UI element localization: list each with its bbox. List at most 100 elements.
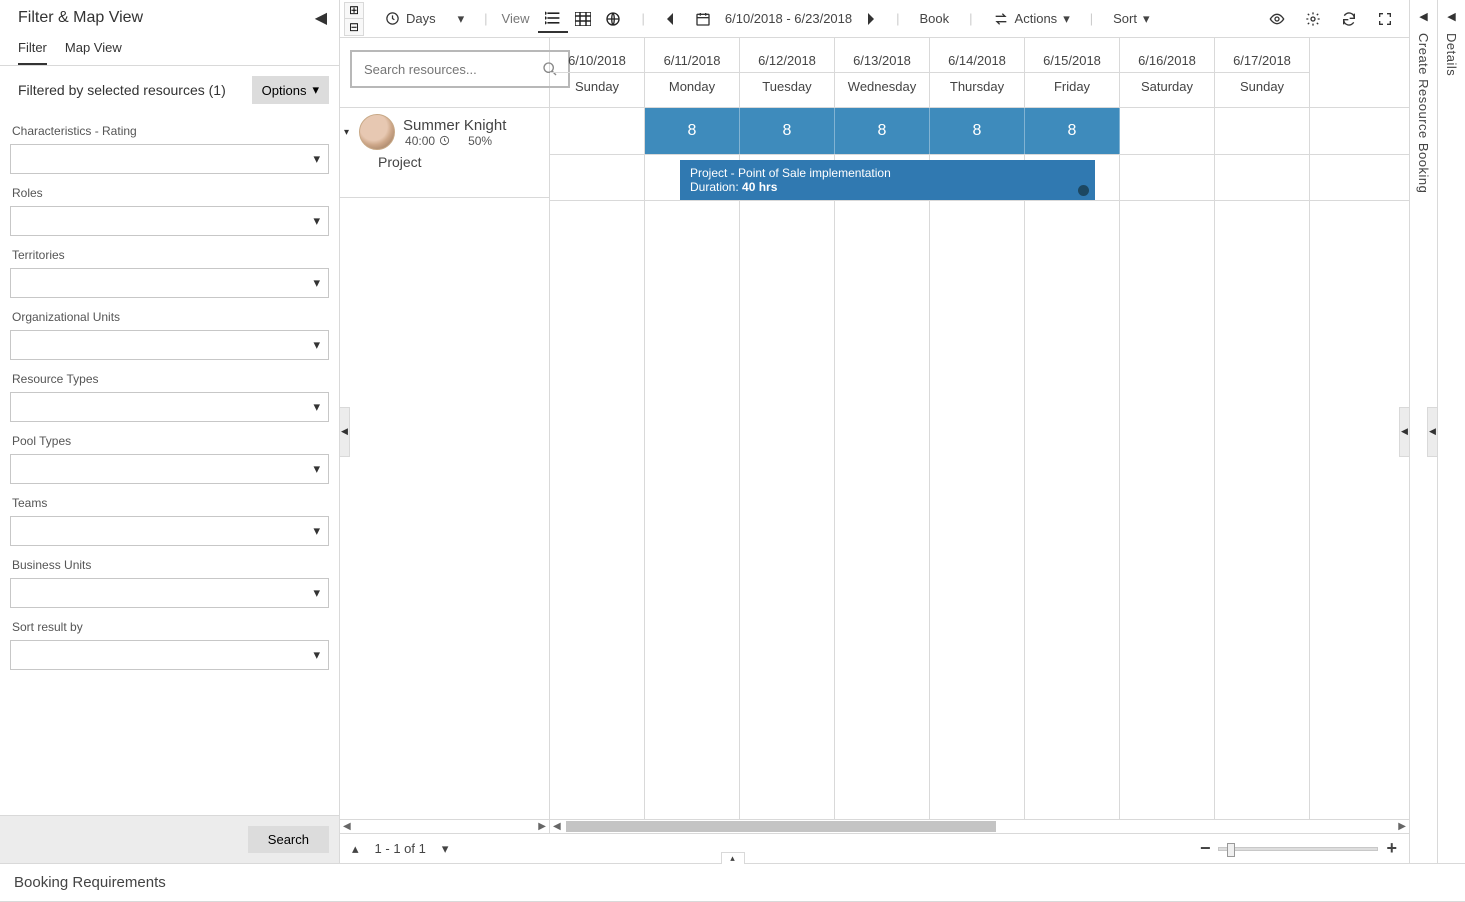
scrollbar-thumb[interactable] [566,821,996,832]
grid-view-button[interactable] [568,5,598,33]
book-button[interactable]: Book [914,7,956,30]
filter-group: Teams ▾ [10,496,329,546]
resize-handle-icon[interactable] [1078,185,1089,196]
options-button[interactable]: Options ▾ [252,76,329,104]
scroll-left-icon[interactable]: ◀ [553,821,561,832]
search-button[interactable]: Search [248,826,329,853]
day-date: 6/12/2018 [740,45,834,72]
filter-body[interactable]: Characteristics - Rating ▾ Roles ▾ Terri… [0,114,339,815]
day-column[interactable]: 6/16/2018 Saturday [1120,38,1215,107]
sidebar-footer: Search [0,815,339,863]
calendar-icon [695,11,711,27]
collapse-right-icon[interactable]: ◀ [1447,10,1455,23]
tab-map-view[interactable]: Map View [65,40,122,65]
day-column[interactable]: 6/13/2018 Wednesday [835,38,930,107]
time-scale-dropdown[interactable]: Days ▾ [378,7,470,31]
filter-select[interactable]: ▾ [10,578,329,608]
actions-dropdown[interactable]: Actions ▾ [987,7,1076,31]
booking-requirements-panel[interactable]: ▴ Booking Requirements [0,863,1465,901]
scroll-left-icon[interactable]: ◀ [343,821,351,832]
details-rail: ◀ Details ◀ [1437,0,1465,863]
calendar-button[interactable] [689,7,717,31]
list-view-button[interactable] [538,5,568,33]
day-name: Sunday [550,72,644,100]
filter-select[interactable]: ▾ [10,454,329,484]
next-range-button[interactable] [860,9,882,29]
scroll-right-icon[interactable]: ▶ [538,821,546,832]
day-column[interactable]: 6/10/2018 Sunday [550,38,645,107]
day-date: 6/17/2018 [1215,45,1309,72]
expand-row-icon[interactable]: ▾ [344,127,349,138]
grid-hscrollbar[interactable]: ◀ ▶ [550,819,1409,833]
sort-dropdown[interactable]: Sort ▾ [1107,7,1155,31]
pager-up-icon[interactable]: ▴ [352,841,359,857]
zoom-control: − + [1200,838,1397,859]
filter-select[interactable]: ▾ [10,392,329,422]
zoom-thumb[interactable] [1227,843,1235,857]
prev-range-button[interactable] [659,9,681,29]
visibility-button[interactable] [1263,7,1291,31]
day-column[interactable]: 6/12/2018 Tuesday [740,38,835,107]
clock-icon [384,11,400,27]
map-view-button[interactable] [598,5,628,33]
day-date: 6/14/2018 [930,45,1024,72]
allocation-cell[interactable]: 8 [1025,108,1120,154]
collapse-left-icon[interactable]: ◀ [315,8,327,28]
filter-select[interactable]: ▾ [10,330,329,360]
filter-label: Roles [10,186,329,200]
filter-select[interactable]: ▾ [10,206,329,236]
create-booking-label[interactable]: Create Resource Booking [1416,33,1431,193]
collapse-handle-right[interactable]: ◀ [1399,407,1410,457]
tab-filter[interactable]: Filter [18,40,47,65]
zoom-in-button[interactable]: + [1386,838,1397,859]
allocation-bar[interactable]: 88888 [645,108,1120,154]
pager-down-icon[interactable]: ▾ [442,841,449,857]
day-date: 6/13/2018 [835,45,929,72]
schedule-toolbar: ⊞ ⊟ Days ▾ | View [340,0,1409,38]
resource-row[interactable]: ▾ Summer Knight 40:00 [340,108,549,198]
day-column[interactable]: 6/11/2018 Monday [645,38,740,107]
resource-search-box[interactable] [350,50,570,88]
chevron-down-icon: ▾ [313,213,320,229]
allocation-cell[interactable]: 8 [930,108,1025,154]
details-label[interactable]: Details [1444,33,1459,76]
filter-group: Characteristics - Rating ▾ [10,124,329,174]
settings-button[interactable] [1299,7,1327,31]
collapse-all-button[interactable]: ⊟ [345,19,363,35]
filter-group: Sort result by ▾ [10,620,329,670]
project-booking-bar[interactable]: Project - Point of Sale implementation D… [680,160,1095,200]
allocation-cell[interactable]: 8 [645,108,740,154]
filter-select[interactable]: ▾ [10,144,329,174]
project-bar-duration: Duration: 40 hrs [690,180,1085,194]
day-column[interactable]: 6/15/2018 Friday [1025,38,1120,107]
date-header: 6/10/2018 Sunday6/11/2018 Monday6/12/201… [550,38,1409,108]
scroll-right-icon[interactable]: ▶ [1398,821,1406,832]
collapse-handle-left[interactable]: ◀ [339,407,350,457]
expand-all-button[interactable]: ⊞ [345,3,363,19]
collapse-handle-right2[interactable]: ◀ [1427,407,1438,457]
day-column[interactable]: 6/17/2018 Sunday [1215,38,1310,107]
zoom-out-button[interactable]: − [1200,838,1211,859]
zoom-slider[interactable] [1218,847,1378,851]
day-column[interactable]: 6/14/2018 Thursday [930,38,1025,107]
filter-sidebar: Filter & Map View ◀ Filter Map View Filt… [0,0,340,863]
filter-group: Roles ▾ [10,186,329,236]
days-label: Days [406,11,436,26]
expand-up-icon[interactable]: ▴ [721,852,745,864]
resource-hscrollbar[interactable]: ◀ ▶ [340,819,549,833]
filter-select[interactable]: ▾ [10,268,329,298]
filter-select[interactable]: ▾ [10,640,329,670]
refresh-button[interactable] [1335,7,1363,31]
allocation-cell[interactable]: 8 [740,108,835,154]
fullscreen-button[interactable] [1371,7,1399,31]
search-input[interactable] [362,61,542,78]
allocation-cell[interactable]: 8 [835,108,930,154]
filter-select[interactable]: ▾ [10,516,329,546]
date-range-label[interactable]: 6/10/2018 - 6/23/2018 [725,11,852,26]
filtered-by-label: Filtered by selected resources (1) [18,82,226,98]
grid-column [1215,108,1310,819]
collapse-right-icon[interactable]: ◀ [1419,10,1427,23]
grid-column [645,108,740,819]
grid-body[interactable]: 88888 Project - Point of Sale implementa… [550,108,1409,819]
filtered-by-row: Filtered by selected resources (1) Optio… [0,66,339,114]
